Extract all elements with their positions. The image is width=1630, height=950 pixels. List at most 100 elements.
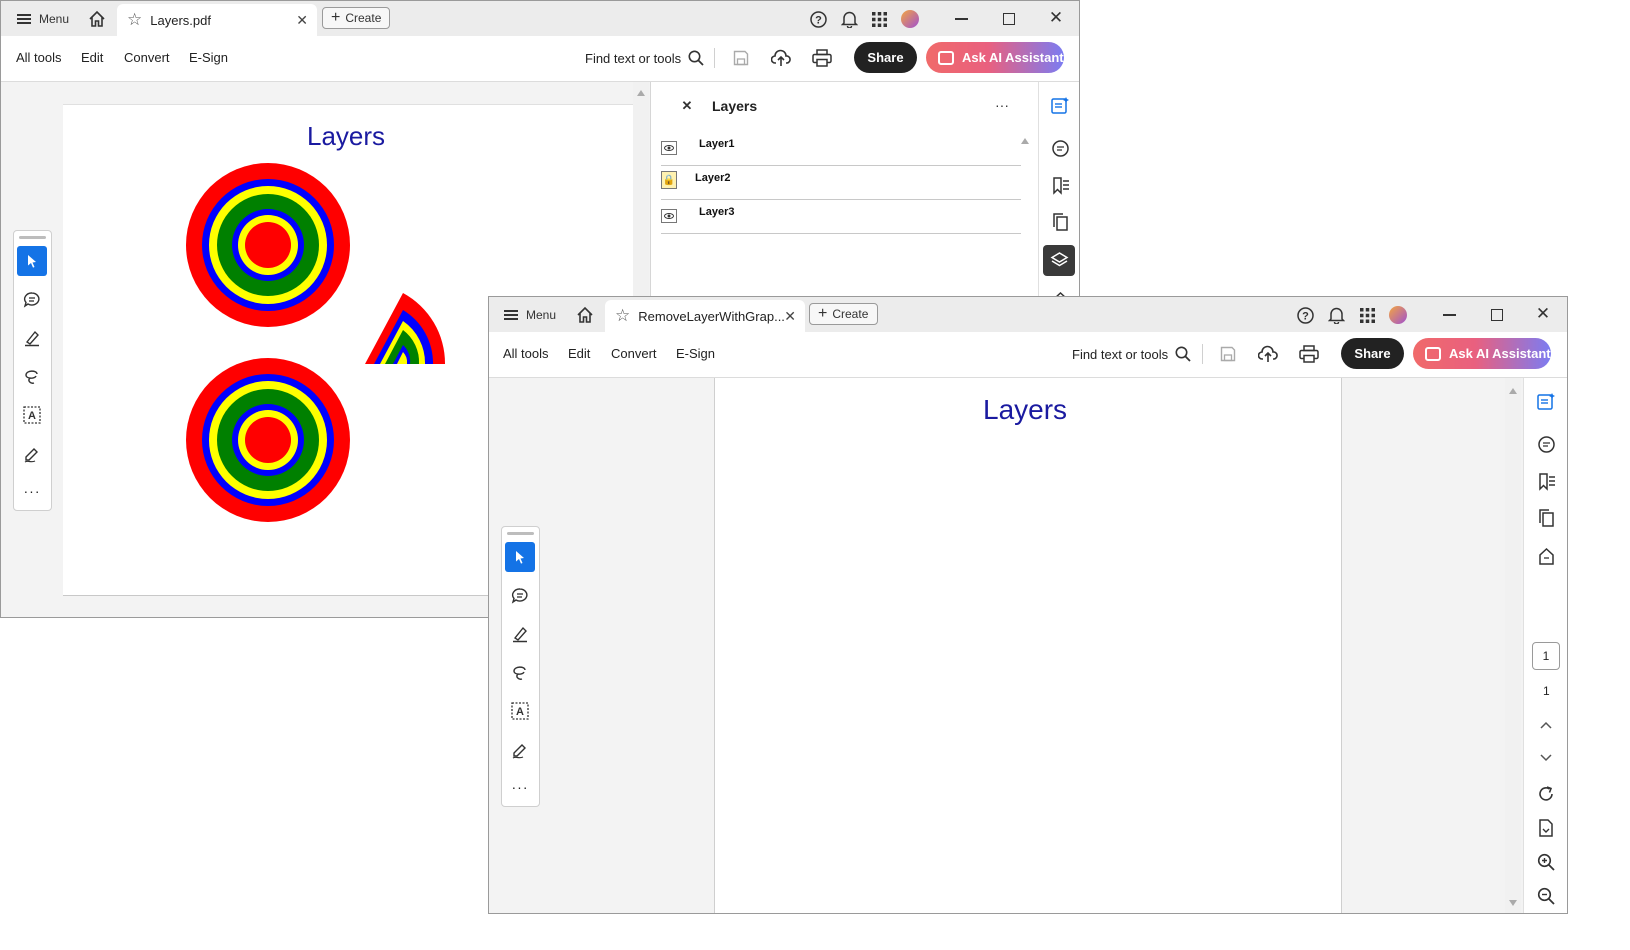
eye-icon[interactable] bbox=[661, 209, 677, 223]
scroll-down-arrow[interactable] bbox=[1509, 900, 1517, 906]
pages-icon bbox=[1538, 508, 1554, 527]
draw-tool[interactable] bbox=[505, 658, 535, 688]
upload-button[interactable] bbox=[769, 47, 793, 69]
quick-tools-bar: A ··· bbox=[501, 526, 540, 807]
tag-rail-button[interactable] bbox=[1531, 541, 1561, 571]
tab-remove-layer[interactable]: ☆ RemoveLayerWithGrap... ✕ bbox=[605, 300, 805, 332]
pages-rail-button[interactable] bbox=[1531, 503, 1561, 533]
lock-icon[interactable]: 🔒 bbox=[661, 171, 677, 189]
layers-scroll-up-arrow[interactable] bbox=[1021, 138, 1029, 144]
avatar[interactable] bbox=[1389, 306, 1407, 324]
close-layers-panel-button[interactable]: ✕ bbox=[679, 98, 695, 114]
print-button[interactable] bbox=[1297, 343, 1321, 365]
create-button[interactable]: + Create bbox=[322, 7, 390, 29]
highlight-tool[interactable] bbox=[17, 323, 47, 353]
close-window-button[interactable]: ✕ bbox=[1046, 8, 1066, 28]
notifications-button[interactable] bbox=[1327, 306, 1345, 324]
rotate-button[interactable] bbox=[1531, 779, 1561, 809]
print-button[interactable] bbox=[810, 47, 834, 69]
avatar[interactable] bbox=[901, 10, 919, 28]
draw-tool[interactable] bbox=[17, 362, 47, 392]
layer-row-layer2[interactable]: 🔒 Layer2 bbox=[661, 166, 1021, 200]
tab-layers-pdf[interactable]: ☆ Layers.pdf ✕ bbox=[117, 4, 317, 36]
esign-link[interactable]: E-Sign bbox=[676, 346, 715, 361]
select-tool[interactable] bbox=[17, 246, 47, 276]
find-tools-search[interactable]: Find text or tools bbox=[585, 50, 704, 66]
close-window-button[interactable]: ✕ bbox=[1533, 304, 1553, 324]
minimize-button[interactable] bbox=[951, 10, 971, 28]
maximize-button[interactable] bbox=[1487, 306, 1507, 324]
minimize-button[interactable] bbox=[1439, 306, 1459, 324]
edit-link[interactable]: Edit bbox=[568, 346, 590, 361]
previous-page-button[interactable] bbox=[1531, 710, 1561, 740]
comments-rail-button[interactable] bbox=[1045, 133, 1075, 163]
save-button[interactable] bbox=[1218, 344, 1238, 364]
menu-button[interactable]: Menu bbox=[17, 12, 69, 26]
page-number-input[interactable]: 1 bbox=[1532, 642, 1560, 670]
text-recognition-tool[interactable]: A bbox=[17, 400, 47, 430]
help-button[interactable]: ? bbox=[809, 10, 827, 28]
star-icon[interactable]: ☆ bbox=[127, 10, 142, 30]
ask-ai-assistant-button[interactable]: Ask AI Assistant bbox=[926, 42, 1064, 73]
svg-text:A: A bbox=[28, 410, 36, 422]
lasso-icon bbox=[25, 370, 38, 384]
comments-rail-button[interactable] bbox=[1531, 429, 1561, 459]
star-icon[interactable]: ☆ bbox=[615, 306, 630, 326]
sign-tool[interactable] bbox=[505, 735, 535, 765]
share-button[interactable]: Share bbox=[854, 42, 917, 73]
more-tools-button[interactable]: ··· bbox=[17, 476, 47, 506]
close-tab-icon[interactable]: ✕ bbox=[784, 308, 796, 325]
layers-rail-button[interactable] bbox=[1043, 245, 1075, 276]
zoom-in-button[interactable] bbox=[1531, 847, 1561, 877]
create-button[interactable]: + Create bbox=[809, 303, 878, 325]
divider bbox=[714, 48, 715, 68]
convert-link[interactable]: Convert bbox=[124, 50, 170, 65]
sign-tool[interactable] bbox=[17, 439, 47, 469]
page-display-button[interactable] bbox=[1531, 813, 1561, 843]
home-button[interactable] bbox=[575, 305, 595, 325]
scroll-up-arrow[interactable] bbox=[1509, 388, 1517, 394]
comment-tool[interactable] bbox=[505, 581, 535, 611]
next-page-button[interactable] bbox=[1531, 743, 1561, 773]
svg-text:?: ? bbox=[815, 14, 822, 26]
home-icon bbox=[89, 10, 105, 27]
layers-options-button[interactable]: ··· bbox=[991, 96, 1013, 114]
document-scrollbar[interactable] bbox=[1505, 378, 1521, 913]
notifications-button[interactable] bbox=[840, 10, 858, 28]
highlight-tool[interactable] bbox=[505, 619, 535, 649]
close-tab-icon[interactable]: ✕ bbox=[296, 12, 308, 29]
esign-link[interactable]: E-Sign bbox=[189, 50, 228, 65]
bookmarks-rail-button[interactable] bbox=[1045, 170, 1075, 200]
save-button[interactable] bbox=[731, 48, 751, 68]
ai-summary-icon bbox=[1536, 392, 1555, 410]
ask-ai-assistant-button[interactable]: Ask AI Assistant bbox=[1413, 338, 1551, 369]
upload-button[interactable] bbox=[1256, 343, 1280, 365]
apps-button[interactable] bbox=[871, 11, 887, 27]
pages-rail-button[interactable] bbox=[1045, 207, 1075, 237]
apps-button[interactable] bbox=[1359, 307, 1375, 323]
bookmarks-rail-button[interactable] bbox=[1531, 466, 1561, 496]
layer-row-layer3[interactable]: Layer3 bbox=[661, 200, 1021, 234]
text-recognition-tool[interactable]: A bbox=[505, 696, 535, 726]
edit-link[interactable]: Edit bbox=[81, 50, 103, 65]
all-tools-link[interactable]: All tools bbox=[16, 50, 62, 65]
menu-button[interactable]: Menu bbox=[504, 308, 556, 322]
ai-summary-rail-button[interactable] bbox=[1531, 386, 1561, 416]
ai-summary-rail-button[interactable] bbox=[1045, 90, 1075, 120]
select-tool[interactable] bbox=[505, 542, 535, 572]
find-tools-search[interactable]: Find text or tools bbox=[1072, 346, 1191, 362]
all-tools-link[interactable]: All tools bbox=[503, 346, 549, 361]
drag-handle[interactable] bbox=[19, 236, 46, 239]
eye-icon[interactable] bbox=[661, 141, 677, 155]
scroll-up-arrow[interactable] bbox=[637, 90, 645, 96]
maximize-button[interactable] bbox=[999, 10, 1019, 28]
comment-tool[interactable] bbox=[17, 285, 47, 315]
help-button[interactable]: ? bbox=[1296, 306, 1314, 324]
more-tools-button[interactable]: ··· bbox=[505, 772, 535, 802]
home-button[interactable] bbox=[87, 9, 107, 29]
drag-handle[interactable] bbox=[507, 532, 534, 535]
share-button[interactable]: Share bbox=[1341, 338, 1404, 369]
convert-link[interactable]: Convert bbox=[611, 346, 657, 361]
layer-row-layer1[interactable]: Layer1 bbox=[661, 132, 1021, 166]
zoom-out-button[interactable] bbox=[1531, 881, 1561, 911]
